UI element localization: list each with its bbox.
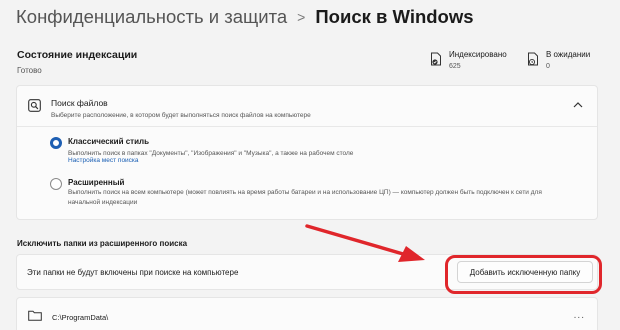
- annotation-arrow: [305, 224, 425, 262]
